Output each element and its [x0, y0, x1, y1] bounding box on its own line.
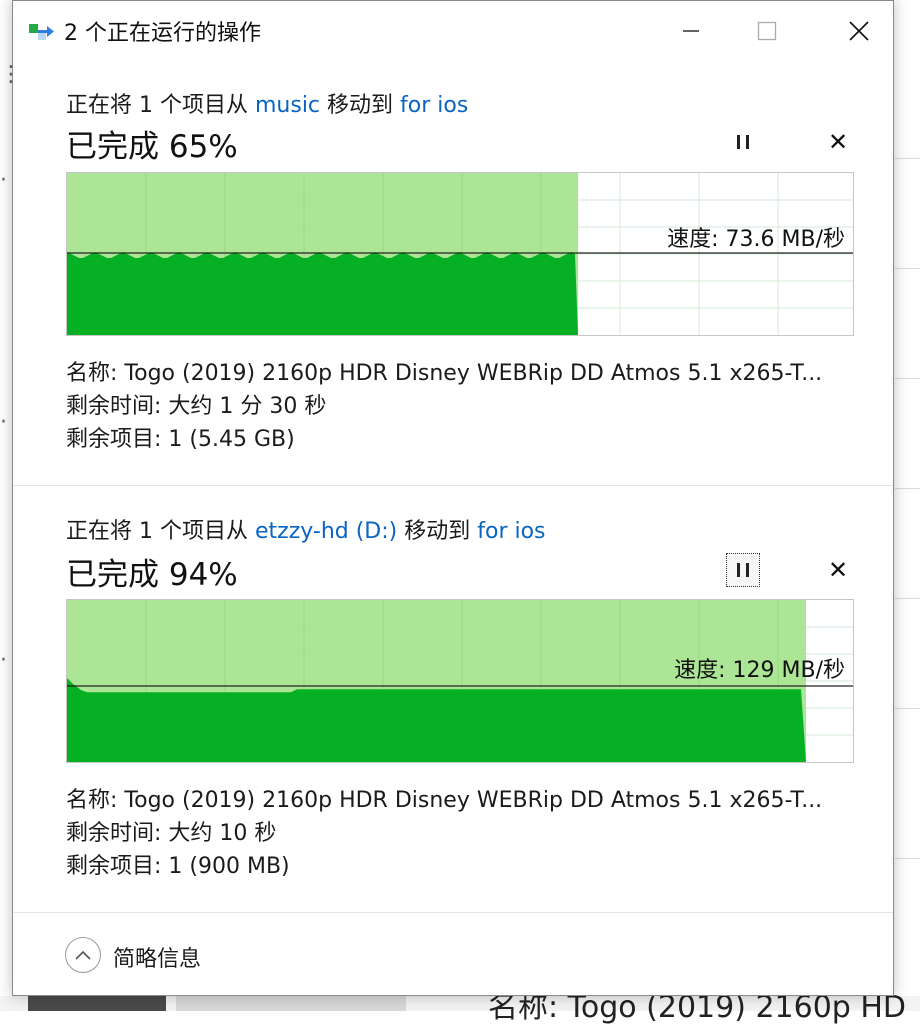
operation-description: 正在将 1 个项目从 music 移动到 for ios	[66, 87, 468, 119]
pause-icon	[737, 563, 740, 577]
speed-area	[67, 251, 578, 335]
speed-graph: 速度: 73.6 MB/秒	[66, 172, 854, 336]
window-title: 2 个正在运行的操作	[64, 21, 261, 46]
description-text: 移动到	[320, 93, 401, 118]
maximize-button[interactable]	[737, 1, 797, 61]
source-link[interactable]: etzzy-hd (D:)	[255, 519, 397, 544]
title-bar[interactable]: 2 个正在运行的操作	[13, 1, 893, 63]
minimize-button[interactable]	[661, 1, 721, 61]
maximize-icon	[757, 21, 777, 41]
pause-icon	[746, 135, 749, 149]
operation-description: 正在将 1 个项目从 etzzy-hd (D:) 移动到 for ios	[66, 513, 546, 545]
speed-readout: 速度: 129 MB/秒	[674, 658, 845, 683]
items-remaining: 剩余项目: 1 (5.45 GB)	[66, 427, 295, 452]
close-icon	[849, 21, 869, 41]
file-move-icon	[29, 24, 54, 40]
time-remaining: 剩余时间: 大约 1 分 30 秒	[66, 394, 327, 419]
time-remaining: 剩余时间: 大约 10 秒	[66, 821, 277, 846]
close-icon: ✕	[827, 556, 849, 584]
destination-link[interactable]: for ios	[400, 93, 468, 118]
pause-button[interactable]	[726, 125, 760, 159]
background-glyph: ·	[0, 410, 7, 435]
chevron-up-icon	[75, 950, 91, 960]
divider	[13, 485, 893, 486]
speed-graph: 速度: 129 MB/秒	[66, 599, 854, 763]
percent-complete: 已完成 94%	[66, 557, 238, 593]
collapse-details-label[interactable]: 简略信息	[113, 941, 201, 973]
source-link[interactable]: music	[255, 93, 320, 118]
file-operation-dialog: 2 个正在运行的操作 正在将 1 个项目从 music 移动到 for ios …	[12, 0, 894, 996]
file-name: 名称: Togo (2019) 2160p HDR Disney WEBRip …	[66, 788, 823, 813]
close-window-button[interactable]	[829, 1, 889, 61]
destination-link[interactable]: for ios	[477, 519, 545, 544]
percent-complete: 已完成 65%	[66, 129, 238, 165]
speed-graph-svg	[67, 173, 853, 335]
minimize-icon	[683, 30, 699, 32]
items-remaining: 剩余项目: 1 (900 MB)	[66, 854, 290, 879]
description-text: 正在将 1 个项目从	[66, 519, 255, 544]
collapse-details-button[interactable]	[65, 937, 101, 973]
pause-icon	[746, 563, 749, 577]
pause-icon	[737, 135, 740, 149]
description-text: 移动到	[397, 519, 478, 544]
description-text: 正在将 1 个项目从	[66, 93, 255, 118]
pause-button[interactable]	[726, 553, 760, 587]
background-glyph: ·	[0, 648, 7, 673]
speed-readout: 速度: 73.6 MB/秒	[667, 227, 845, 252]
close-icon: ✕	[827, 128, 849, 156]
file-name: 名称: Togo (2019) 2160p HDR Disney WEBRip …	[66, 361, 823, 386]
cancel-operation-button[interactable]: ✕	[821, 125, 855, 159]
cancel-operation-button[interactable]: ✕	[821, 553, 855, 587]
background-glyph: ·	[0, 168, 7, 193]
dialog-footer: 简略信息	[13, 913, 893, 997]
